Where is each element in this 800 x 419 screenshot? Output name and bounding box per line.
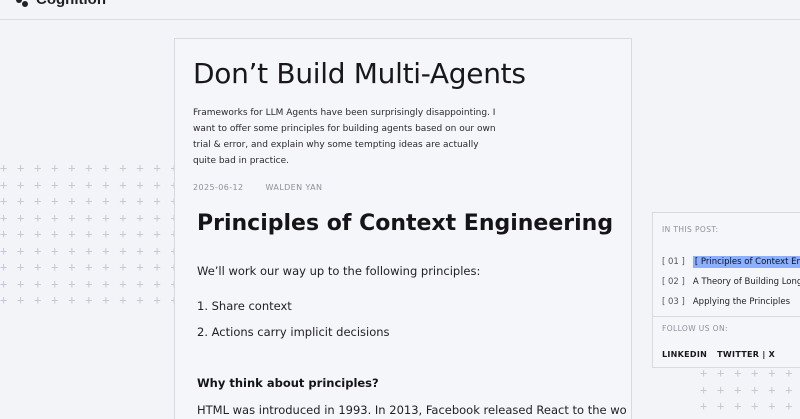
plus-pattern-decoration: + + + + + + + + + + + + + + + + + + + + … (0, 161, 175, 307)
toc-item-theory[interactable]: [ 02 ] A Theory of Building Long- (662, 272, 800, 292)
toc-item-number: [ 02 ] (662, 277, 685, 287)
section-heading: Principles of Context Engineering (197, 211, 614, 236)
principles-list: 1. Share context 2. Actions carry implic… (197, 299, 390, 351)
twitter-link[interactable]: TWITTER | X (717, 350, 775, 359)
toc-item-label: [ Principles of Context Engi (692, 256, 800, 268)
brand-name: Cognition (36, 0, 106, 8)
divider (653, 316, 800, 317)
follow-heading: FOLLOW US ON: (662, 324, 728, 333)
article-title: Don’t Build Multi-Agents (193, 57, 526, 90)
table-of-contents: IN THIS POST: [ 01 ] [ Principles of Con… (652, 212, 800, 368)
brand-logo[interactable]: Cognition (16, 0, 106, 8)
article-author[interactable]: WALDEN YAN (266, 183, 323, 192)
toc-item-number: [ 01 ] (662, 257, 685, 267)
article-meta: 2025-06-12 WALDEN YAN (193, 183, 322, 192)
article-card: Don’t Build Multi-Agents Frameworks for … (174, 38, 632, 419)
toc-item-number: [ 03 ] (662, 297, 685, 307)
toc-item-principles[interactable]: [ 01 ] [ Principles of Context Engi (662, 252, 800, 272)
linkedin-link[interactable]: LINKEDIN (662, 350, 707, 359)
top-navbar: Cognition (0, 0, 800, 20)
list-item: 2. Actions carry implicit decisions (197, 325, 390, 339)
toc-item-label: A Theory of Building Long- (692, 277, 800, 287)
toc-item-label: Applying the Principles (692, 297, 791, 307)
intro-paragraph: We’ll work our way up to the following p… (197, 264, 481, 278)
toc-heading: IN THIS POST: (662, 225, 719, 234)
list-item: 1. Share context (197, 299, 292, 313)
article-date: 2025-06-12 (193, 183, 244, 192)
toc-item-applying[interactable]: [ 03 ] Applying the Principles (662, 292, 800, 312)
subheading: Why think about principles? (197, 376, 379, 390)
cognition-logo-icon (16, 0, 30, 7)
social-links: LINKEDIN TWITTER | X (662, 350, 775, 359)
plus-pattern-decoration: + + + + + + + + + + + + + + + + + + + + … (700, 366, 794, 419)
toc-list: [ 01 ] [ Principles of Context Engi [ 02… (662, 252, 800, 312)
article-subtitle: Frameworks for LLM Agents have been surp… (193, 108, 496, 166)
body-paragraph: HTML was introduced in 1993. In 2013, Fa… (197, 403, 627, 417)
